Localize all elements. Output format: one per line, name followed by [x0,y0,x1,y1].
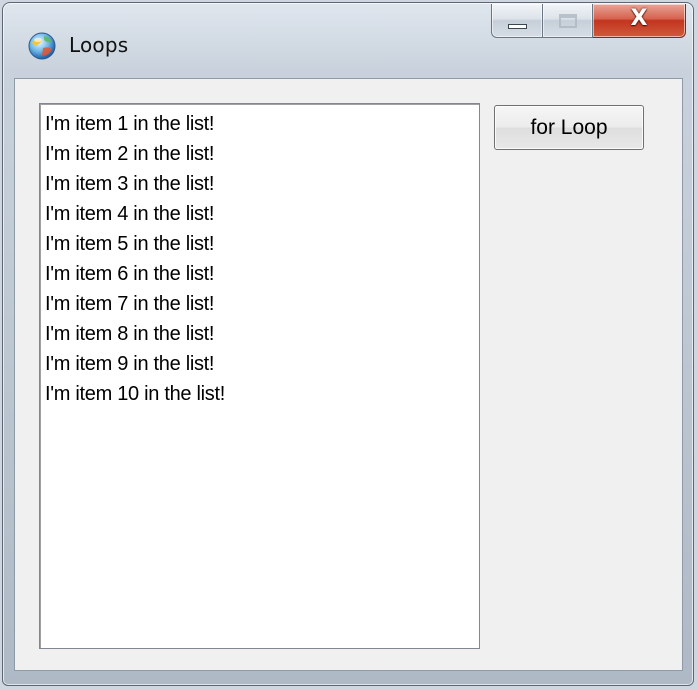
list-item[interactable]: I'm item 3 in the list! [45,169,477,199]
list-item[interactable]: I'm item 4 in the list! [45,199,477,229]
minimize-button[interactable] [491,4,543,38]
caption-buttons: X [491,4,686,38]
list-item[interactable]: I'm item 2 in the list! [45,139,477,169]
list-item[interactable]: I'm item 10 in the list! [45,379,477,409]
minimize-icon [508,24,527,29]
list-item[interactable]: I'm item 6 in the list! [45,259,477,289]
list-item[interactable]: I'm item 1 in the list! [45,109,477,139]
maximize-button[interactable] [543,4,593,38]
app-window: Loops X I'm item 1 in the list! I'm item… [2,2,694,686]
items-listbox[interactable]: I'm item 1 in the list! I'm item 2 in th… [39,103,480,649]
client-area: I'm item 1 in the list! I'm item 2 in th… [14,78,683,671]
window-title: Loops [69,33,129,57]
title-bar[interactable]: Loops X [3,3,693,65]
list-item[interactable]: I'm item 5 in the list! [45,229,477,259]
app-globe-icon[interactable] [27,31,57,61]
maximize-icon [559,14,577,28]
close-icon: X [630,6,648,31]
list-item[interactable]: I'm item 7 in the list! [45,289,477,319]
close-button[interactable]: X [593,4,686,38]
for-loop-button[interactable]: for Loop [494,105,644,150]
list-item[interactable]: I'm item 8 in the list! [45,319,477,349]
list-item[interactable]: I'm item 9 in the list! [45,349,477,379]
listbox-items: I'm item 1 in the list! I'm item 2 in th… [45,109,477,409]
